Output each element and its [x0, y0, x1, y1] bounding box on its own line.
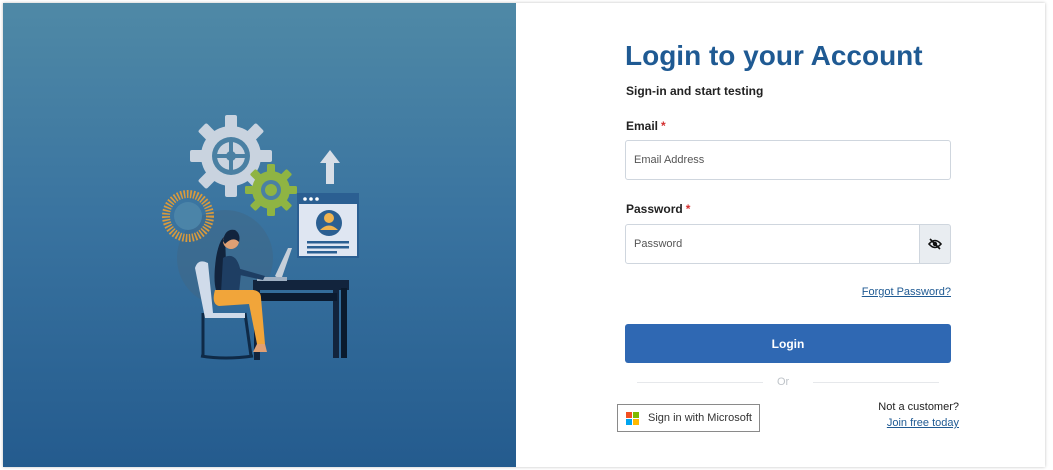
up-arrow-icon — [320, 150, 340, 184]
signup-prompt: Not a customer? — [878, 401, 959, 413]
password-input[interactable] — [625, 224, 920, 264]
divider-left — [637, 382, 763, 383]
divider-or-text: Or — [777, 376, 790, 388]
password-label-text: Password — [626, 202, 683, 216]
eye-slash-icon — [928, 238, 942, 250]
required-marker: * — [661, 119, 666, 133]
chair-icon — [200, 312, 254, 360]
join-free-link[interactable]: Join free today — [887, 417, 959, 429]
page-subtitle: Sign-in and start testing — [626, 84, 764, 98]
small-gear-icon — [245, 164, 297, 216]
profile-window-icon — [297, 193, 359, 258]
microsoft-logo-icon — [626, 411, 639, 425]
page-title: Login to your Account — [625, 40, 923, 71]
divider-right — [813, 382, 939, 383]
microsoft-button-label: Sign in with Microsoft — [648, 412, 752, 424]
email-input[interactable] — [625, 140, 951, 180]
sign-in-with-microsoft-button[interactable]: Sign in with Microsoft — [617, 404, 760, 432]
woman-at-laptop-illustration — [162, 115, 359, 360]
email-label: Email * — [626, 119, 666, 133]
required-marker: * — [685, 202, 691, 216]
email-label-text: Email — [626, 119, 659, 133]
password-visibility-toggle[interactable] — [919, 224, 951, 264]
desk-icon — [253, 280, 349, 360]
password-label: Password * — [626, 202, 690, 216]
login-button[interactable]: Login — [625, 324, 951, 363]
hero-panel — [3, 3, 516, 467]
forgot-password-link[interactable]: Forgot Password? — [862, 286, 951, 298]
